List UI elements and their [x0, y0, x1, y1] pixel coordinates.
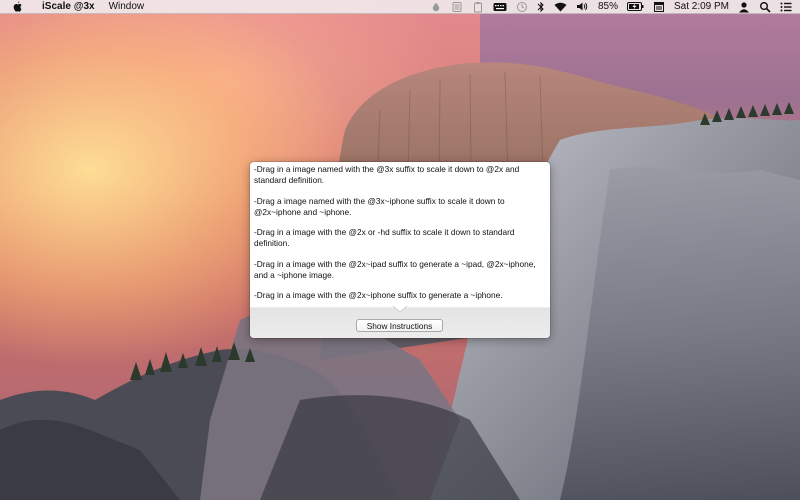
app-menu-iscale[interactable]: iScale @3x [42, 0, 95, 14]
instruction-line: -Drag in a image with the @2x~ipad suffi… [254, 258, 536, 280]
popover-arrow-icon [393, 306, 407, 312]
cloud-app-icon[interactable] [430, 1, 442, 13]
instructions-popover: -Drag in a image named with the @3x suff… [250, 162, 550, 338]
spotlight-search-icon[interactable] [759, 1, 771, 13]
notification-center-icon[interactable] [780, 1, 792, 13]
notes-menu-icon[interactable] [653, 1, 665, 13]
menubar-clock[interactable]: Sat 2:09 PM [674, 0, 729, 14]
instruction-line: -Drag a image named with the @3x~iphone … [254, 195, 505, 217]
wifi-icon[interactable] [554, 2, 567, 12]
instruction-line: -Drag in a image with the @2x~iphone suf… [254, 290, 503, 301]
status-area: 85% Sat 2:09 PM [421, 0, 800, 14]
instruction-line: -Drag in a image with the @2x or -hd suf… [254, 227, 515, 249]
scanner-icon[interactable] [451, 1, 463, 13]
apple-logo-icon[interactable] [10, 1, 24, 12]
instruction-line: -Drag in a image named with the @3x suff… [254, 164, 520, 185]
user-icon[interactable] [738, 1, 750, 13]
battery-percent[interactable]: 85% [598, 0, 618, 14]
menu-bar: iScale @3x Window 85% Sat 2:09 PM [0, 0, 800, 14]
clipboard-icon[interactable] [472, 1, 484, 13]
keyboard-icon[interactable] [493, 2, 507, 12]
bluetooth-icon[interactable] [537, 1, 545, 13]
time-machine-icon[interactable] [516, 1, 528, 13]
battery-icon[interactable] [626, 2, 644, 11]
show-instructions-button[interactable]: Show Instructions [356, 319, 443, 332]
instructions-text-area: -Drag in a image named with the @3x suff… [250, 162, 550, 307]
window-menu[interactable]: Window [109, 0, 145, 14]
volume-icon[interactable] [576, 1, 589, 12]
